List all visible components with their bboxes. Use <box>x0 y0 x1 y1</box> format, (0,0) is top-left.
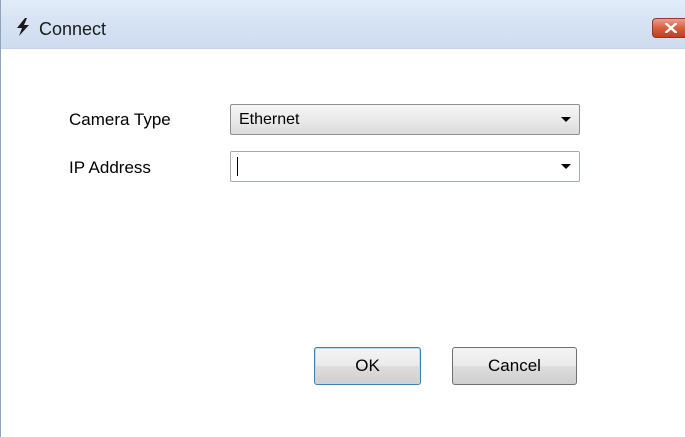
camera-type-dropdown[interactable]: Ethernet <box>230 104 580 135</box>
dialog-body: Camera Type Ethernet IP Address OK Cance… <box>1 49 685 437</box>
camera-type-selected-value: Ethernet <box>239 111 300 128</box>
text-cursor <box>237 157 238 176</box>
close-x-icon <box>665 23 677 33</box>
cancel-button[interactable]: Cancel <box>452 347 577 385</box>
close-button[interactable] <box>652 18 685 38</box>
connect-dialog: Connect Camera Type Ethernet IP Address … <box>0 0 685 437</box>
ip-address-label: IP Address <box>69 158 151 177</box>
ok-button[interactable]: OK <box>314 347 421 385</box>
ip-address-combobox[interactable] <box>230 151 580 182</box>
camera-type-label: Camera Type <box>69 110 171 129</box>
lightning-bolt-icon <box>15 18 31 36</box>
chevron-down-icon <box>561 164 571 169</box>
window-title: Connect <box>39 19 107 39</box>
chevron-down-icon <box>561 117 571 122</box>
title-bar[interactable]: Connect <box>1 0 685 49</box>
